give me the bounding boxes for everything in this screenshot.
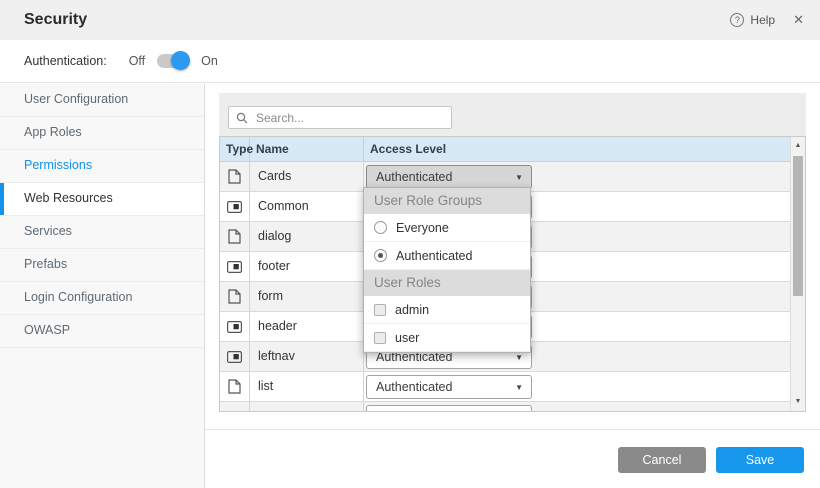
partial-icon	[227, 261, 242, 273]
access-level-select[interactable]: Authenticated ▼	[366, 375, 532, 399]
type-cell	[220, 402, 250, 412]
name-cell: header	[250, 312, 364, 341]
toggle-knob[interactable]	[171, 51, 190, 70]
type-cell	[220, 222, 250, 251]
help-button[interactable]: ? Help	[730, 13, 775, 27]
sidebar-item-permissions[interactable]: Permissions	[0, 150, 204, 183]
name-cell: list	[250, 372, 364, 401]
name-cell: dialog	[250, 222, 364, 251]
type-cell	[220, 162, 250, 191]
type-cell	[220, 312, 250, 341]
checkbox-icon[interactable]	[374, 304, 386, 316]
type-cell	[220, 372, 250, 401]
access-cell: Authenticated ▼	[364, 372, 790, 401]
footer-divider	[205, 429, 820, 430]
select-value: Authenticated	[376, 380, 452, 394]
dropdown-option-admin[interactable]: admin	[364, 296, 530, 324]
web-resources-grid: Type Name Access Level CardsAuthenticate…	[219, 93, 806, 412]
access-level-select[interactable]: Authenticated ▼	[366, 165, 532, 189]
sidebar-item-services[interactable]: Services	[0, 216, 204, 249]
option-label: admin	[395, 303, 429, 317]
select-value: Authenticated	[376, 170, 452, 184]
authentication-label: Authentication:	[24, 54, 107, 68]
search-icon	[236, 112, 248, 124]
radio-checked-icon[interactable]	[374, 249, 387, 262]
dropdown-option-authenticated[interactable]: Authenticated	[364, 242, 530, 270]
close-icon[interactable]: ✕	[793, 12, 804, 28]
dropdown-option-user[interactable]: user	[364, 324, 530, 352]
table-row: ▼	[220, 402, 790, 412]
search-input[interactable]	[254, 110, 438, 126]
sidebar-item-owasp[interactable]: OWASP	[0, 315, 204, 348]
partial-icon	[227, 201, 242, 213]
checkbox-icon[interactable]	[374, 332, 386, 344]
name-cell: Common	[250, 192, 364, 221]
help-icon[interactable]: ?	[730, 13, 744, 27]
scroll-up-icon[interactable]: ▲	[791, 139, 805, 153]
name-cell	[250, 402, 364, 412]
footer-actions: Cancel Save	[608, 447, 804, 473]
name-cell: footer	[250, 252, 364, 281]
page-icon	[228, 169, 241, 184]
chevron-down-icon: ▼	[515, 353, 523, 362]
sidebar-item-user-configuration[interactable]: User Configuration	[0, 84, 204, 117]
sidebar-item-login-configuration[interactable]: Login Configuration	[0, 282, 204, 315]
toggle-off-label: Off	[129, 54, 145, 68]
toggle-on-label: On	[201, 54, 218, 68]
chevron-down-icon: ▼	[515, 173, 523, 182]
partial-icon	[227, 351, 242, 363]
dropdown-group-header: User Roles	[364, 270, 530, 296]
grid-toolbar	[219, 93, 806, 136]
name-cell: Cards	[250, 162, 364, 191]
option-label: Everyone	[396, 221, 449, 235]
sidebar-item-prefabs[interactable]: Prefabs	[0, 249, 204, 282]
name-cell: leftnav	[250, 342, 364, 371]
page-title: Security	[24, 0, 87, 40]
scrollbar-thumb[interactable]	[793, 156, 803, 296]
access-level-select[interactable]: ▼	[366, 405, 532, 412]
page-icon	[228, 379, 241, 394]
sidebar-item-app-roles[interactable]: App Roles	[0, 117, 204, 150]
save-button[interactable]: Save	[716, 447, 804, 473]
table-scrollbar[interactable]: ▲ ▼	[790, 137, 805, 411]
sidebar: User ConfigurationApp RolesPermissionsWe…	[0, 84, 205, 488]
partial-icon	[227, 321, 242, 333]
main-content: Type Name Access Level CardsAuthenticate…	[205, 84, 820, 488]
authentication-toggle[interactable]	[157, 54, 187, 68]
option-label: Authenticated	[396, 249, 472, 263]
search-box[interactable]	[228, 106, 452, 129]
sidebar-item-web-resources[interactable]: Web Resources	[0, 183, 204, 216]
column-header-access: Access Level	[364, 137, 790, 162]
column-header-type: Type	[220, 137, 250, 162]
type-cell	[220, 282, 250, 311]
scroll-down-icon[interactable]: ▼	[791, 395, 805, 409]
type-cell	[220, 192, 250, 221]
chevron-down-icon: ▼	[515, 383, 523, 392]
column-header-name: Name	[250, 137, 364, 162]
table-header-row: Type Name Access Level	[220, 137, 790, 162]
page-icon	[228, 289, 241, 304]
security-dialog: Security ? Help ✕ Authentication: Off On…	[0, 0, 820, 488]
name-cell: form	[250, 282, 364, 311]
cancel-button[interactable]: Cancel	[618, 447, 706, 473]
page-icon	[228, 229, 241, 244]
table-row: list Authenticated ▼	[220, 372, 790, 402]
authentication-row: Authentication: Off On	[0, 40, 820, 83]
dropdown-group-header: User Role Groups	[364, 188, 530, 214]
option-label: user	[395, 331, 419, 345]
dropdown-option-everyone[interactable]: Everyone	[364, 214, 530, 242]
radio-icon[interactable]	[374, 221, 387, 234]
access-level-dropdown: User Role Groups Everyone Authenticated Use…	[363, 187, 531, 353]
type-cell	[220, 252, 250, 281]
type-cell	[220, 342, 250, 371]
help-label[interactable]: Help	[750, 13, 775, 27]
dialog-header: Security ? Help ✕	[0, 0, 820, 40]
access-cell: ▼	[364, 402, 790, 412]
